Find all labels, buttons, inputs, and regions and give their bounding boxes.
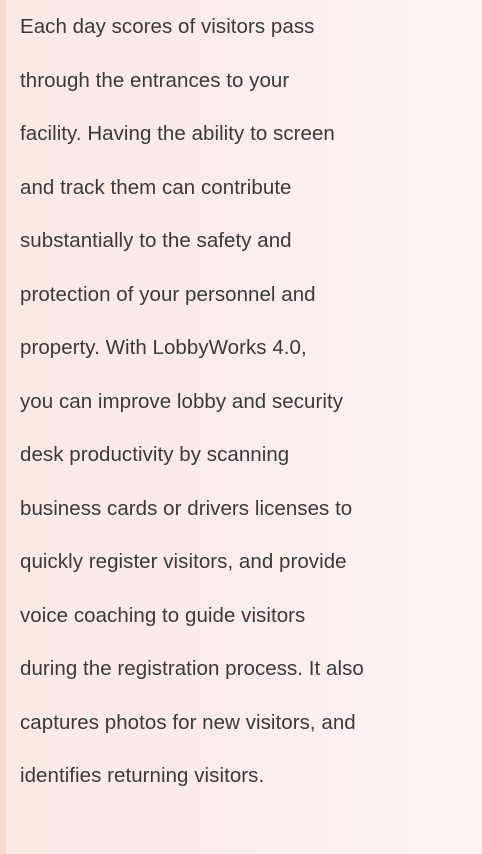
paragraph-line: captures photos for new visitors, and (20, 710, 356, 734)
paragraph-line: and track them can contribute (20, 175, 292, 199)
paragraph-line: quickly register visitors, and provide (20, 550, 347, 573)
paragraph-line: desk productivity by scanning (20, 443, 290, 466)
paragraph-line: you can improve lobby and security (20, 389, 344, 413)
paragraph-line: voice coaching to guide visitors (20, 603, 306, 627)
description-paragraph: Each day scores of visitors pass through… (20, 0, 478, 803)
paragraph-line: identifies returning visitors. (20, 764, 265, 787)
paragraph-line: protection of your personnel and (20, 282, 316, 306)
paragraph-line: Each day scores of visitors pass (20, 15, 315, 38)
paragraph-line: facility. Having the ability to screen (20, 122, 335, 145)
paragraph-line: through the entrances to your (20, 68, 290, 92)
paragraph-line: property. With LobbyWorks 4.0, (20, 336, 307, 359)
paragraph-line: substantially to the safety and (20, 229, 292, 252)
paragraph-line: business cards or drivers licenses to (20, 496, 353, 520)
paragraph-line: during the registration process. It also (20, 657, 364, 680)
left-accent-stripe (0, 0, 6, 854)
